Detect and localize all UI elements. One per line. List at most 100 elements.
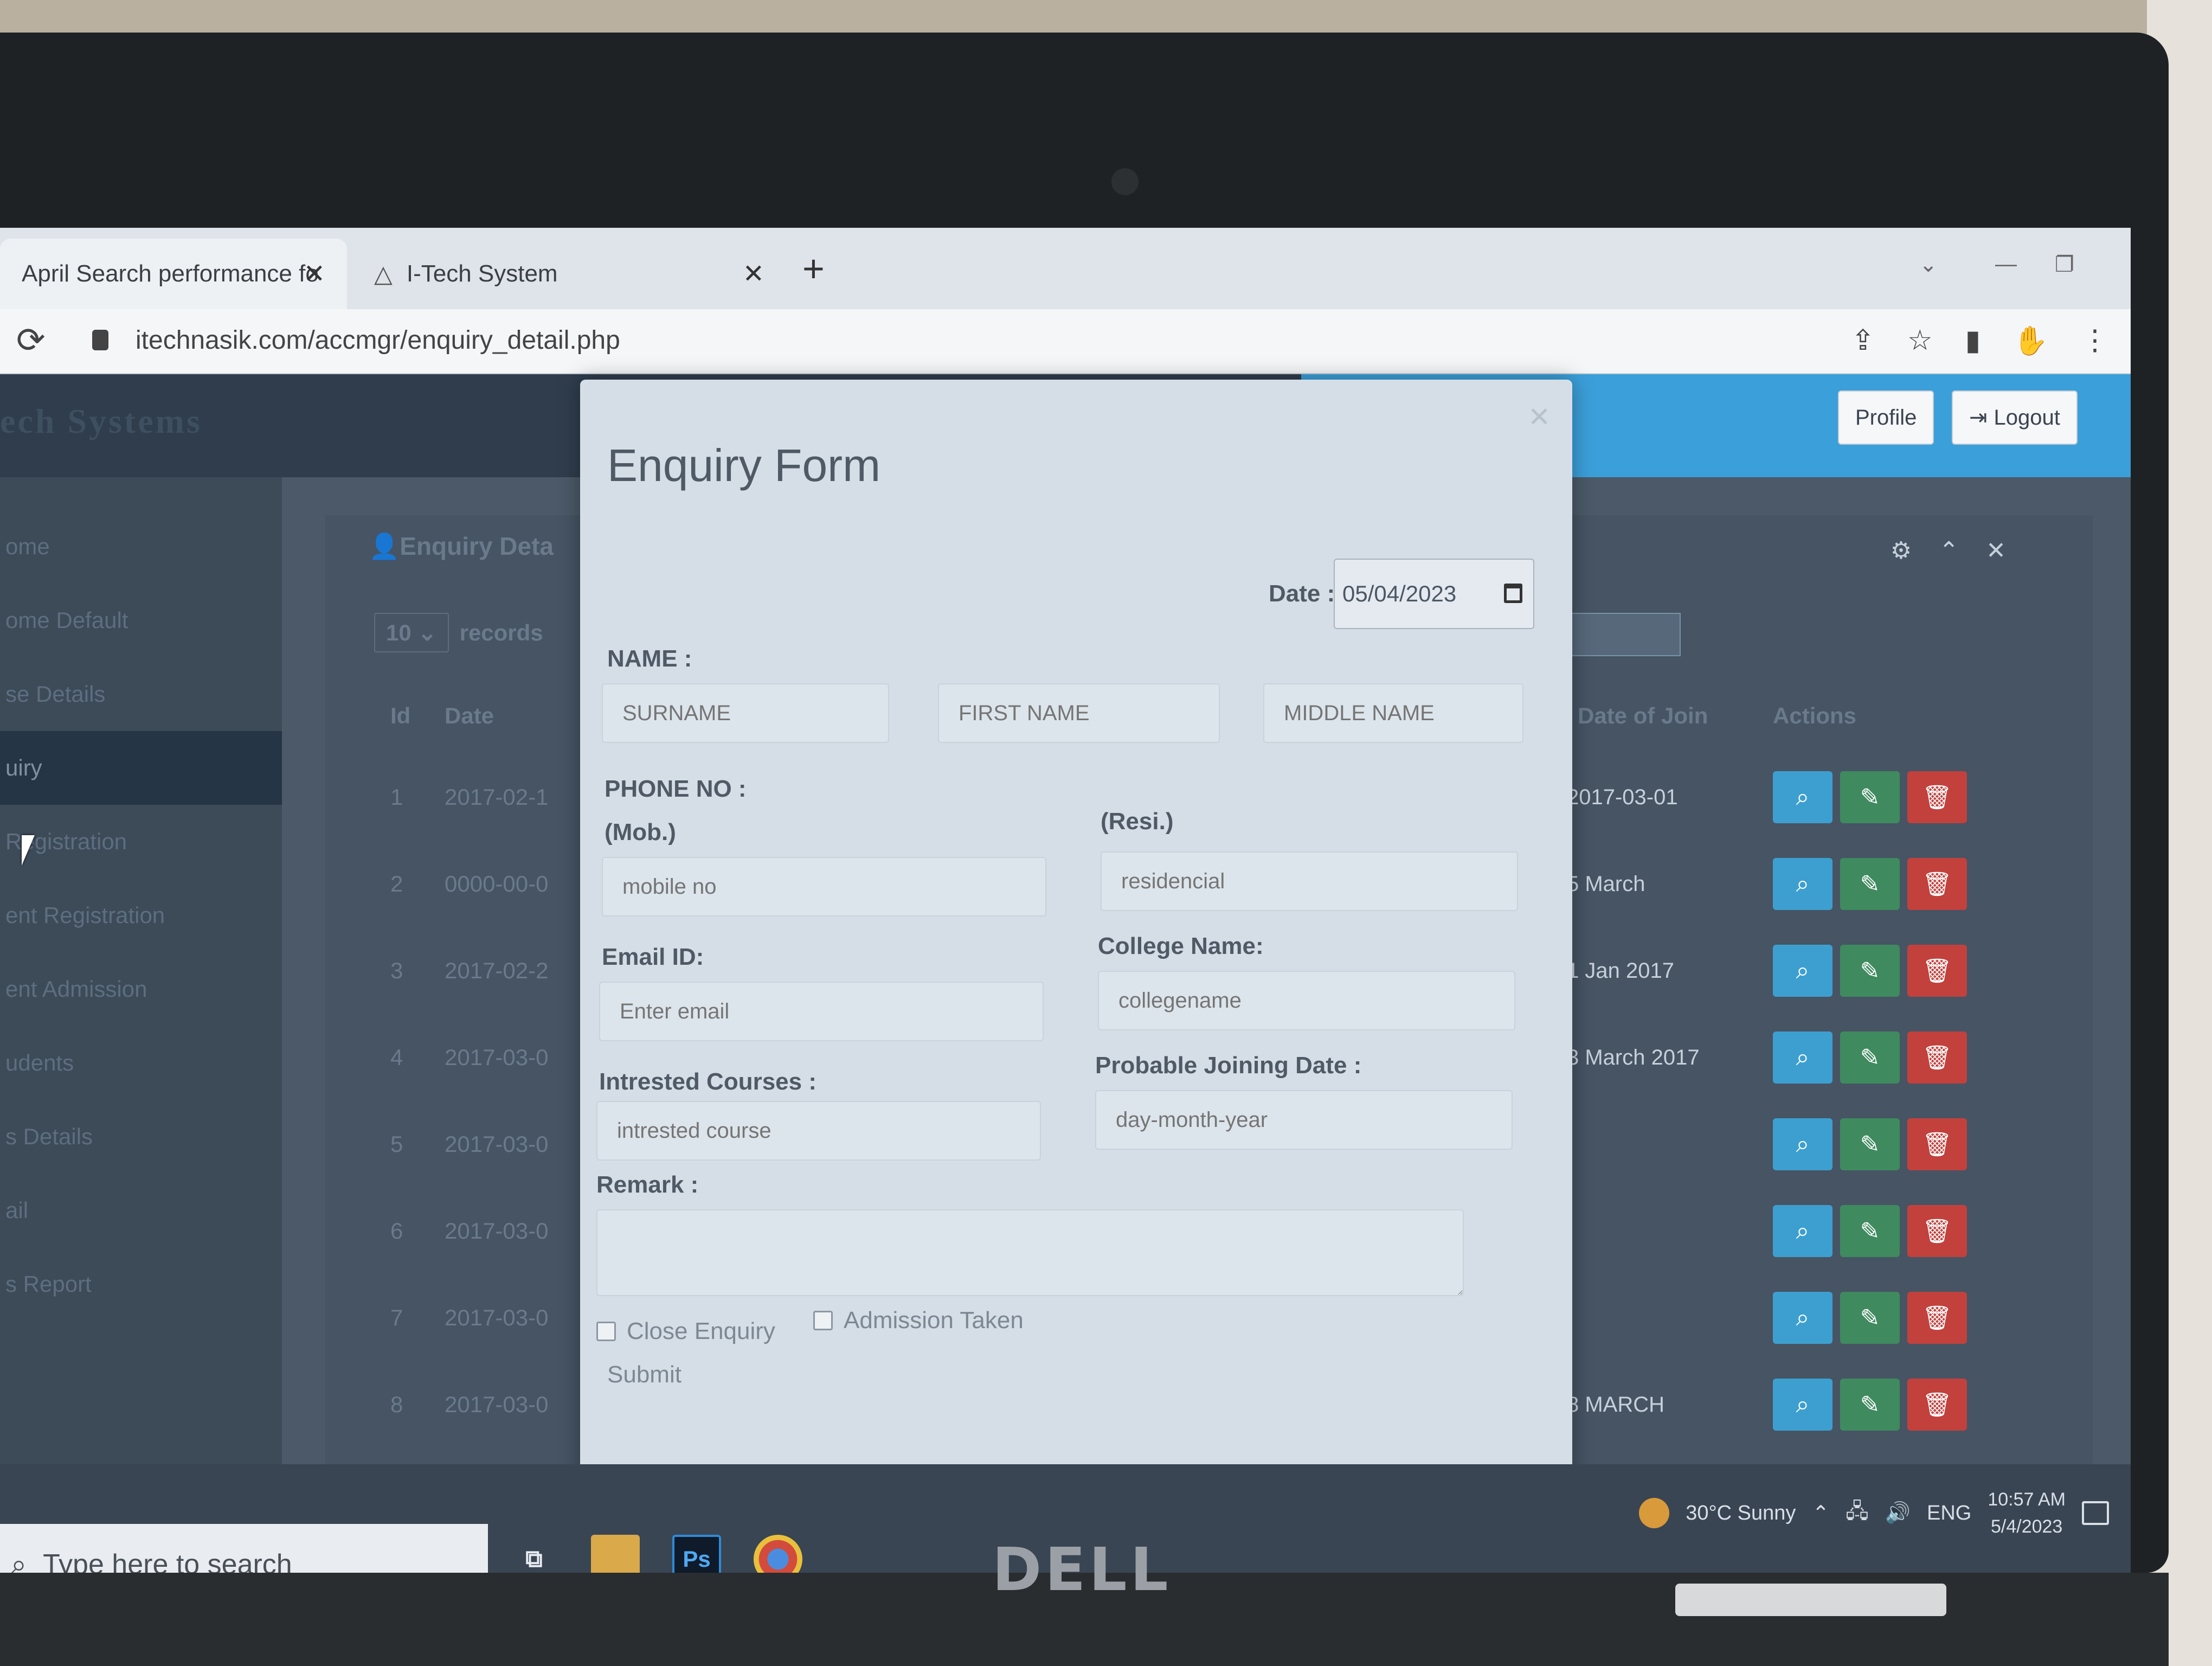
sidebar-item-course-details[interactable]: se Details bbox=[0, 657, 282, 731]
minimize-icon[interactable]: — bbox=[1995, 252, 2017, 277]
joining-date-input[interactable] bbox=[1095, 1090, 1513, 1150]
surname-input[interactable] bbox=[602, 683, 889, 743]
chevron-down-icon[interactable]: ⌄ bbox=[1919, 252, 1938, 277]
edit-icon[interactable]: ✎ bbox=[1840, 1118, 1900, 1170]
tab-search-performance[interactable]: April Search performance fo ✕ bbox=[0, 239, 347, 309]
search-icon[interactable]: ⌕ bbox=[1773, 1031, 1832, 1084]
row-actions: ⌕✎🗑 bbox=[1773, 771, 1967, 823]
network-icon[interactable]: 🖧 bbox=[1846, 1496, 1868, 1531]
records-label: records bbox=[459, 619, 543, 645]
search-icon[interactable]: ⌕ bbox=[1773, 945, 1832, 997]
courses-label: Intrested Courses : bbox=[599, 1068, 816, 1095]
logout-button[interactable]: ⇥ Logout bbox=[1952, 390, 2078, 445]
chevron-up-icon[interactable]: ⌃ bbox=[1812, 1501, 1829, 1526]
profile-button[interactable]: Profile bbox=[1838, 390, 1934, 445]
side-panel-icon[interactable]: ▮ bbox=[1965, 324, 1981, 357]
date-input[interactable]: 05/04/2023 bbox=[1334, 559, 1534, 629]
row-actions: ⌕✎🗑 bbox=[1773, 858, 1967, 910]
sidebar-item-home-default[interactable]: ome Default bbox=[0, 584, 282, 657]
column-header-date-of-join[interactable]: Date of Join bbox=[1578, 703, 1708, 729]
close-icon[interactable]: ✕ bbox=[1528, 401, 1551, 433]
search-icon[interactable]: ⌕ bbox=[1773, 1292, 1832, 1344]
close-tab-icon[interactable]: ✕ bbox=[304, 259, 325, 289]
edit-icon[interactable]: ✎ bbox=[1840, 1205, 1900, 1257]
edit-icon[interactable]: ✎ bbox=[1840, 858, 1900, 910]
trash-icon[interactable]: 🗑 bbox=[1907, 1292, 1967, 1344]
sidebar-item-home[interactable]: ome bbox=[0, 510, 282, 584]
table-search-input[interactable] bbox=[1561, 613, 1681, 656]
clock[interactable]: 10:57 AM 5/4/2023 bbox=[1988, 1486, 2066, 1540]
records-per-page-select[interactable]: 10 ⌄ bbox=[374, 613, 449, 652]
restore-icon[interactable]: ❐ bbox=[2055, 252, 2074, 277]
sidebar-item-students[interactable]: udents bbox=[0, 1026, 282, 1100]
search-icon[interactable]: ⌕ bbox=[1773, 858, 1832, 910]
trash-icon[interactable]: 🗑 bbox=[1907, 1118, 1967, 1170]
middle-name-input[interactable] bbox=[1263, 683, 1523, 743]
search-icon[interactable]: ⌕ bbox=[1773, 1118, 1832, 1170]
tab-itech-system[interactable]: △ I-Tech System ✕ bbox=[352, 239, 786, 309]
trash-icon[interactable]: 🗑 bbox=[1907, 1205, 1967, 1257]
column-header-id[interactable]: Id bbox=[369, 703, 445, 729]
search-icon[interactable]: ⌕ bbox=[1773, 1205, 1832, 1257]
search-icon[interactable]: ⌕ bbox=[1773, 1379, 1832, 1431]
trash-icon[interactable]: 🗑 bbox=[1907, 771, 1967, 823]
first-name-input[interactable] bbox=[938, 683, 1220, 743]
sidebar-item-report[interactable]: s Report bbox=[0, 1247, 282, 1321]
trash-icon[interactable]: 🗑 bbox=[1907, 858, 1967, 910]
star-icon[interactable]: ☆ bbox=[1907, 324, 1933, 357]
mobile-input[interactable] bbox=[602, 857, 1046, 917]
edit-icon[interactable]: ✎ bbox=[1840, 1292, 1900, 1344]
dell-logo: DELL bbox=[992, 1535, 1172, 1604]
residence-label: (Resi.) bbox=[1101, 808, 1174, 835]
admission-taken-checkbox-wrap[interactable]: Admission Taken bbox=[813, 1307, 1024, 1334]
reload-icon[interactable]: ⟳ bbox=[16, 320, 46, 361]
trash-icon[interactable]: 🗑 bbox=[1907, 1379, 1967, 1431]
remark-label: Remark : bbox=[596, 1171, 699, 1198]
cell-id: 4 bbox=[390, 1045, 403, 1070]
row-actions: ⌕✎🗑 bbox=[1773, 1031, 1967, 1084]
enquiry-form-modal: ✕ Enquiry Form Date : 05/04/2023 NAME : … bbox=[580, 380, 1572, 1605]
collapse-icon[interactable]: ⌃ bbox=[1939, 537, 1959, 565]
cell-id: 6 bbox=[390, 1218, 403, 1244]
menu-icon[interactable]: ⋮ bbox=[2081, 324, 2109, 357]
panel-title: 👤Enquiry Deta bbox=[369, 531, 554, 561]
remark-textarea[interactable] bbox=[596, 1209, 1464, 1296]
sidebar-item-enquiry[interactable]: uiry bbox=[0, 731, 282, 805]
search-icon[interactable]: ⌕ bbox=[1773, 771, 1832, 823]
laptop-hinge-label bbox=[1675, 1584, 1946, 1616]
new-tab-button[interactable]: + bbox=[802, 247, 825, 290]
url-field[interactable]: itechnasik.com/accmgr/enquiry_detail.php bbox=[136, 325, 620, 355]
edit-icon[interactable]: ✎ bbox=[1840, 1379, 1900, 1431]
close-enquiry-checkbox[interactable] bbox=[596, 1322, 616, 1341]
sidebar-item-student-admission[interactable]: ent Admission bbox=[0, 952, 282, 1026]
cell-id: 5 bbox=[390, 1131, 403, 1157]
weather-text[interactable]: 30°C Sunny bbox=[1686, 1502, 1796, 1525]
edit-icon[interactable]: ✎ bbox=[1840, 771, 1900, 823]
share-icon[interactable]: ⇪ bbox=[1851, 324, 1875, 357]
trash-icon[interactable]: 🗑 bbox=[1907, 945, 1967, 997]
weather-icon[interactable] bbox=[1639, 1498, 1670, 1528]
calendar-icon[interactable] bbox=[1504, 584, 1522, 603]
clock-time: 10:57 AM bbox=[1988, 1489, 2066, 1510]
language-indicator[interactable]: ENG bbox=[1927, 1502, 1971, 1525]
close-enquiry-checkbox-wrap[interactable]: Close Enquiry bbox=[596, 1318, 775, 1345]
sidebar-item-student-registration[interactable]: ent Registration bbox=[0, 879, 282, 952]
sidebar-item-fees-details[interactable]: s Details bbox=[0, 1100, 282, 1174]
courses-input[interactable] bbox=[596, 1101, 1041, 1161]
edit-icon[interactable]: ✎ bbox=[1840, 1031, 1900, 1084]
submit-button[interactable]: Submit bbox=[607, 1361, 681, 1388]
extension-icon[interactable]: ✋ bbox=[2013, 324, 2048, 357]
admission-taken-checkbox[interactable] bbox=[813, 1311, 833, 1330]
edit-icon[interactable]: ✎ bbox=[1840, 945, 1900, 997]
residence-phone-input[interactable] bbox=[1101, 851, 1518, 911]
gear-icon[interactable]: ⚙ bbox=[1891, 537, 1912, 565]
close-tab-icon[interactable]: ✕ bbox=[743, 259, 764, 289]
trash-icon[interactable]: 🗑 bbox=[1907, 1031, 1967, 1084]
sidebar-item-registration[interactable]: Registration bbox=[0, 805, 282, 879]
volume-icon[interactable]: 🔊 bbox=[1885, 1501, 1911, 1525]
close-icon[interactable]: ✕ bbox=[1986, 537, 2006, 565]
email-input[interactable] bbox=[599, 982, 1044, 1041]
sidebar-item-email[interactable]: ail bbox=[0, 1174, 282, 1247]
notification-icon[interactable] bbox=[2082, 1501, 2109, 1525]
college-input[interactable] bbox=[1098, 971, 1515, 1030]
